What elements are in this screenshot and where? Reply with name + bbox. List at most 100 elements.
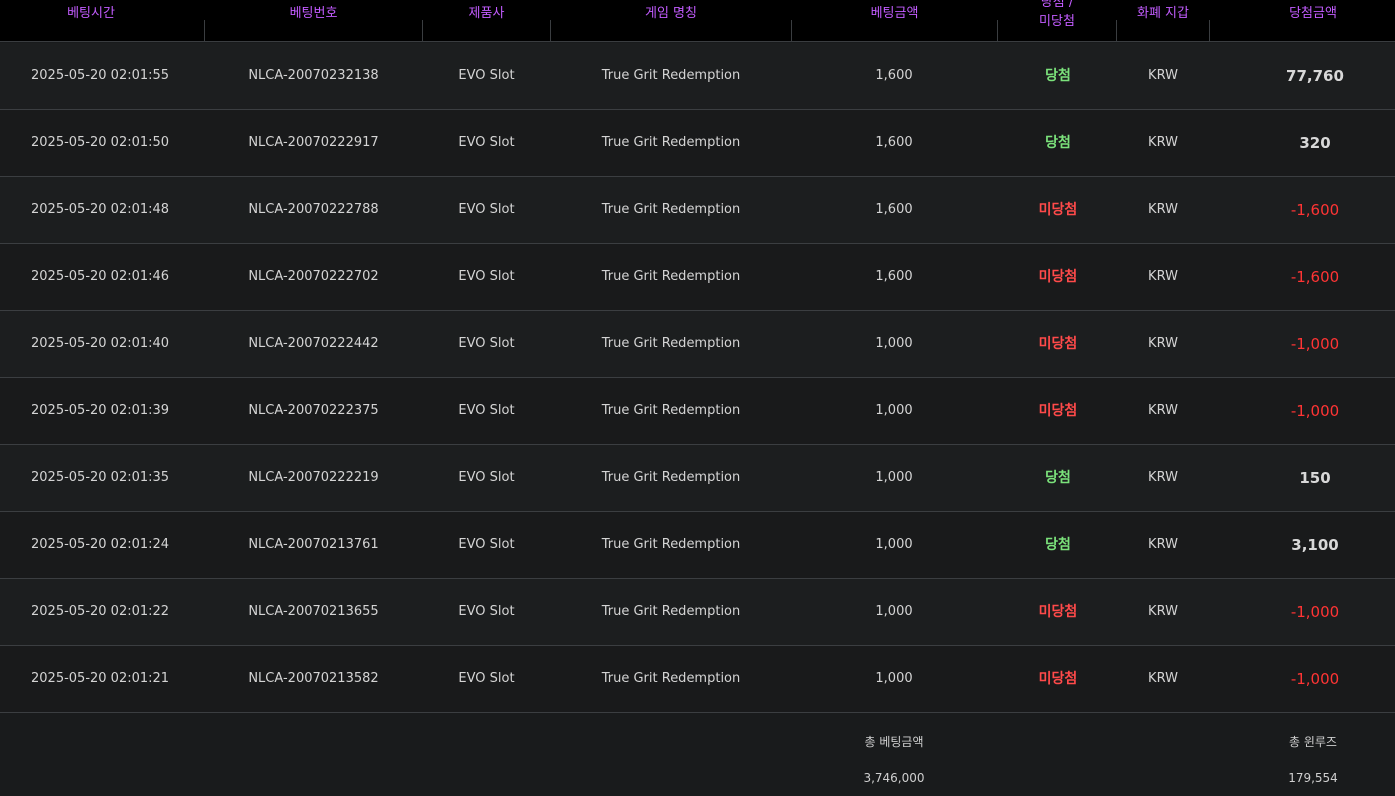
result-cell: 당첨 — [1045, 537, 1071, 553]
provider-cell: EVO Slot — [458, 269, 515, 284]
table-row[interactable]: 2025-05-20 02:01:22 NLCA-20070213655 EVO S… — [0, 579, 1395, 646]
total-winloss-label: 총 윈루즈 — [1289, 735, 1337, 749]
game-name-cell: True Grit Redemption — [601, 470, 741, 485]
provider-cell: EVO Slot — [458, 336, 515, 351]
result-cell: 당첨 — [1045, 470, 1071, 486]
result-header-line1: 당첨 / — [1040, 0, 1074, 10]
bet-amount-cell: 1,000 — [875, 470, 913, 485]
provider-cell: EVO Slot — [458, 68, 515, 83]
currency-cell: KRW — [1148, 403, 1178, 418]
win-amount-cell: 77,760 — [1286, 67, 1344, 85]
win-amount-cell: -1,000 — [1290, 603, 1340, 621]
bet-time-cell: 2025-05-20 02:01:46 — [31, 269, 170, 284]
result-cell: 당첨 — [1045, 135, 1071, 151]
result-cell: 당첨 — [1045, 68, 1071, 84]
game-name-cell: True Grit Redemption — [601, 336, 741, 351]
bet-number-cell: NLCA-20070232138 — [248, 68, 379, 83]
total-winloss-value: 179,554 — [1288, 771, 1338, 785]
result-cell: 미당첨 — [1038, 269, 1078, 285]
table-row[interactable]: 2025-05-20 02:01:48 NLCA-20070222788 EVO S… — [0, 177, 1395, 244]
bet-amount-cell: 1,600 — [875, 269, 913, 284]
total-bet-value: 3,746,000 — [863, 771, 925, 785]
table-row[interactable]: 2025-05-20 02:01:55 NLCA-20070232138 EVO S… — [0, 43, 1395, 110]
bet-number-cell: NLCA-20070213582 — [248, 671, 379, 686]
bet-amount-cell: 1,000 — [875, 336, 913, 351]
currency-cell: KRW — [1148, 135, 1178, 150]
provider-cell: EVO Slot — [458, 470, 515, 485]
bet-time-cell: 2025-05-20 02:01:21 — [31, 671, 170, 686]
bet-number-cell: NLCA-20070222917 — [248, 135, 379, 150]
total-bet-label: 총 베팅금액 — [864, 735, 924, 749]
table-row[interactable]: 2025-05-20 02:01:35 NLCA-20070222219 EVO S… — [0, 445, 1395, 512]
currency-cell: KRW — [1148, 604, 1178, 619]
table-row[interactable]: 2025-05-20 02:01:46 NLCA-20070222702 EVO S… — [0, 244, 1395, 311]
bet-amount-cell: 1,600 — [875, 202, 913, 217]
bet-amount-cell: 1,000 — [875, 403, 913, 418]
bet-time-cell: 2025-05-20 02:01:55 — [31, 68, 170, 83]
result-cell: 미당첨 — [1038, 202, 1078, 218]
provider-cell: EVO Slot — [458, 202, 515, 217]
win-amount-cell: 3,100 — [1291, 536, 1339, 554]
bet-number-cell: NLCA-20070222702 — [248, 269, 379, 284]
win-amount-cell: 150 — [1299, 469, 1331, 487]
col-provider: 제품사 — [468, 6, 505, 21]
bet-time-cell: 2025-05-20 02:01:22 — [31, 604, 170, 619]
table-row[interactable]: 2025-05-20 02:01:24 NLCA-20070213761 EVO S… — [0, 512, 1395, 579]
game-name-cell: True Grit Redemption — [601, 202, 741, 217]
game-name-cell: True Grit Redemption — [601, 537, 741, 552]
bet-amount-cell: 1,600 — [875, 135, 913, 150]
provider-cell: EVO Slot — [458, 604, 515, 619]
table-header: 베팅시간 베팅번호 제품사 게임 명칭 베팅금액 당첨 / 미당첨 화폐 지갑 당… — [0, 0, 1395, 42]
col-bet-number: 베팅번호 — [289, 6, 338, 21]
win-amount-cell: -1,000 — [1290, 335, 1340, 353]
bet-time-cell: 2025-05-20 02:01:40 — [31, 336, 170, 351]
table-row[interactable]: 2025-05-20 02:01:21 NLCA-20070213582 EVO S… — [0, 646, 1395, 713]
result-cell: 미당첨 — [1038, 604, 1078, 620]
result-header-line2: 미당첨 — [1039, 14, 1075, 29]
summary-footer: 총 베팅금액 3,746,000 총 윈루즈 179,554 — [0, 713, 1395, 796]
game-name-cell: True Grit Redemption — [601, 269, 741, 284]
currency-cell: KRW — [1148, 68, 1178, 83]
bet-time-cell: 2025-05-20 02:01:48 — [31, 202, 170, 217]
currency-cell: KRW — [1148, 336, 1178, 351]
currency-cell: KRW — [1148, 671, 1178, 686]
bet-amount-cell: 1,600 — [875, 68, 913, 83]
result-cell: 미당첨 — [1038, 671, 1078, 687]
provider-cell: EVO Slot — [458, 403, 515, 418]
col-bet-amount: 베팅금액 — [870, 6, 919, 21]
result-cell: 미당첨 — [1038, 336, 1078, 352]
currency-cell: KRW — [1148, 537, 1178, 552]
bet-amount-cell: 1,000 — [875, 671, 913, 686]
win-amount-cell: -1,600 — [1290, 268, 1340, 286]
bet-time-cell: 2025-05-20 02:01:24 — [31, 537, 170, 552]
bet-time-cell: 2025-05-20 02:01:39 — [31, 403, 170, 418]
provider-cell: EVO Slot — [458, 671, 515, 686]
bet-number-cell: NLCA-20070222788 — [248, 202, 379, 217]
currency-cell: KRW — [1148, 269, 1178, 284]
bet-amount-cell: 1,000 — [875, 604, 913, 619]
bet-number-cell: NLCA-20070222375 — [248, 403, 379, 418]
col-win-amount: 당첨금액 — [1289, 6, 1337, 21]
game-name-cell: True Grit Redemption — [601, 604, 741, 619]
col-currency: 화폐 지갑 — [1137, 6, 1189, 21]
col-bet-time: 베팅시간 — [67, 6, 115, 21]
game-name-cell: True Grit Redemption — [601, 135, 741, 150]
game-name-cell: True Grit Redemption — [601, 403, 741, 418]
provider-cell: EVO Slot — [458, 537, 515, 552]
win-amount-cell: -1,000 — [1290, 402, 1340, 420]
game-name-cell: True Grit Redemption — [601, 68, 741, 83]
table-row[interactable]: 2025-05-20 02:01:50 NLCA-20070222917 EVO S… — [0, 110, 1395, 177]
bet-time-cell: 2025-05-20 02:01:50 — [31, 135, 170, 150]
win-amount-cell: -1,600 — [1290, 201, 1340, 219]
result-cell: 미당첨 — [1038, 403, 1078, 419]
game-name-cell: True Grit Redemption — [601, 671, 741, 686]
bet-amount-cell: 1,000 — [875, 537, 913, 552]
bet-number-cell: NLCA-20070222442 — [248, 336, 379, 351]
table-row[interactable]: 2025-05-20 02:01:39 NLCA-20070222375 EVO S… — [0, 378, 1395, 445]
win-amount-cell: 320 — [1299, 134, 1331, 152]
currency-cell: KRW — [1148, 202, 1178, 217]
bet-number-cell: NLCA-20070222219 — [248, 470, 379, 485]
col-result: 당첨 / 미당첨 — [998, 0, 1116, 42]
provider-cell: EVO Slot — [458, 135, 515, 150]
table-row[interactable]: 2025-05-20 02:01:40 NLCA-20070222442 EVO S… — [0, 311, 1395, 378]
